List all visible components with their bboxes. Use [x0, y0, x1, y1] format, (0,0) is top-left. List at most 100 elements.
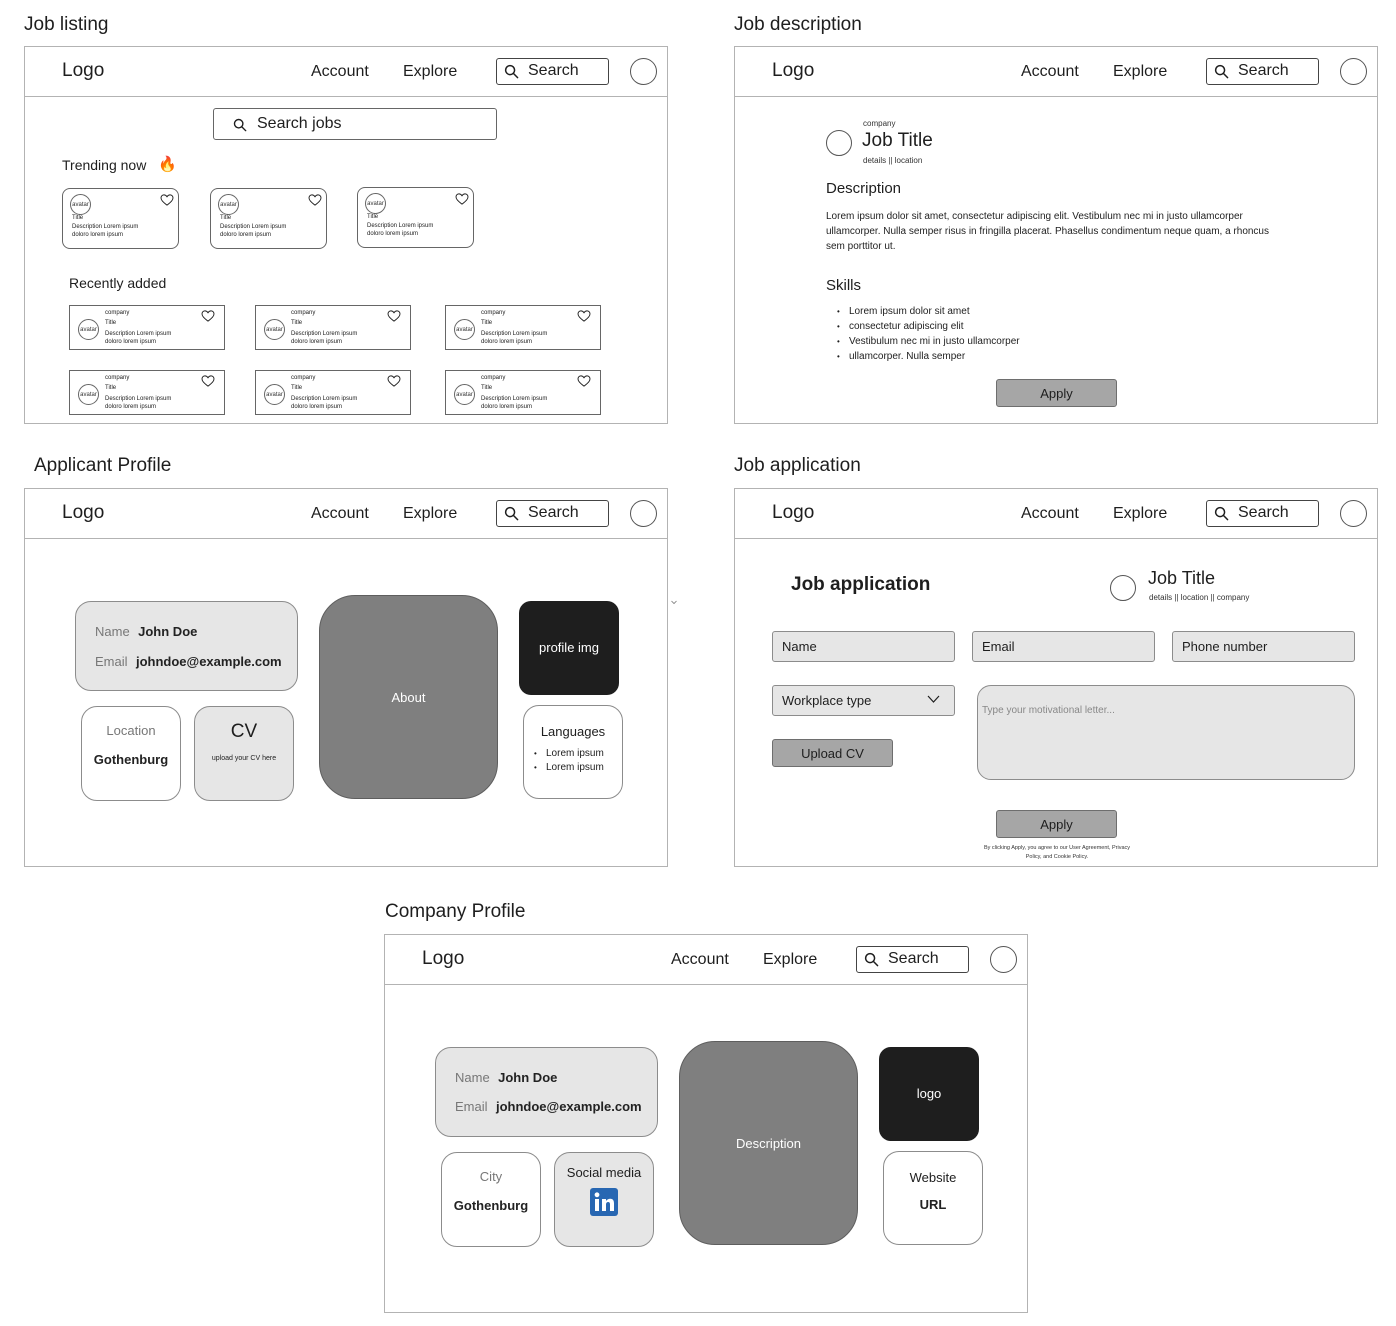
name-value: John Doe	[138, 624, 198, 639]
recent-card[interactable]: avatar company Title Description Lorem i…	[255, 370, 411, 415]
job-details: details || location	[863, 156, 923, 165]
email-field[interactable]: Email	[972, 631, 1155, 662]
nav-account-link[interactable]: Account	[1021, 505, 1079, 523]
nav-explore-link[interactable]: Explore	[1113, 63, 1167, 81]
card-desc: doloro lorem ipsum	[291, 339, 343, 345]
card-desc: Description Lorem ipsum	[105, 396, 172, 402]
logo[interactable]: Logo	[422, 948, 464, 970]
nav-search-box[interactable]: Search	[1206, 500, 1319, 527]
user-avatar[interactable]	[1340, 500, 1367, 527]
recent-card[interactable]: avatar company Title Description Lorem i…	[69, 370, 225, 415]
nav-explore-link[interactable]: Explore	[403, 505, 457, 523]
company-avatar	[826, 130, 852, 156]
heart-icon[interactable]	[201, 375, 215, 387]
search-jobs-input[interactable]: Search jobs	[213, 108, 497, 140]
user-avatar[interactable]	[630, 500, 657, 527]
nav-account-link[interactable]: Account	[311, 505, 369, 523]
logo[interactable]: Logo	[772, 502, 814, 524]
social-media-card: Social media	[554, 1152, 654, 1247]
nav-account-link[interactable]: Account	[1021, 63, 1079, 81]
company-logo-placeholder[interactable]: logo	[879, 1047, 979, 1141]
languages-list: Lorem ipsum Lorem ipsum	[534, 747, 622, 775]
email-value: johndoe@example.com	[495, 1099, 642, 1114]
recent-card[interactable]: avatar company Title Description Lorem i…	[255, 305, 411, 350]
heart-icon[interactable]	[455, 193, 469, 205]
chevron-down-icon	[671, 600, 677, 605]
nav-account-link[interactable]: Account	[311, 63, 369, 81]
motivational-letter-textarea[interactable]: Type your motivational letter...	[977, 685, 1355, 780]
cv-upload-card[interactable]: CV upload your CV here	[194, 706, 294, 801]
website-card[interactable]: Website URL	[883, 1151, 983, 1245]
search-icon	[504, 64, 519, 79]
nav-search-box[interactable]: Search	[496, 58, 609, 85]
nav-search-box[interactable]: Search	[856, 946, 969, 973]
search-icon	[233, 118, 247, 132]
fire-emoji: 🔥	[158, 156, 177, 173]
card-title: Title	[481, 385, 493, 391]
recent-card[interactable]: avatar company Title Description Lorem i…	[445, 305, 601, 350]
company-name: company	[863, 119, 896, 128]
legal-line: Policy, and Cookie Policy.	[1025, 854, 1089, 860]
card-desc: Description Lorem ipsum	[481, 396, 548, 402]
navbar: Logo Account Explore Search	[385, 935, 1027, 985]
section-title-job-application: Job application	[734, 455, 861, 476]
card-avatar: avatar	[218, 194, 239, 215]
apply-button[interactable]: Apply	[996, 810, 1117, 838]
workplace-type-select[interactable]: Workplace type	[772, 685, 955, 716]
nav-explore-link[interactable]: Explore	[763, 951, 817, 969]
profile-img-placeholder[interactable]: profile img	[519, 601, 619, 695]
trending-card[interactable]: avatar Title Description Lorem ipsum dol…	[357, 187, 474, 248]
user-avatar[interactable]	[990, 946, 1017, 973]
heart-icon[interactable]	[577, 310, 591, 322]
trending-card[interactable]: avatar Title Description Lorem ipsum dol…	[210, 188, 327, 249]
card-title: Title	[481, 320, 493, 326]
nav-explore-link[interactable]: Explore	[403, 63, 457, 81]
nav-search-box[interactable]: Search	[496, 500, 609, 527]
company-description-block: Description	[679, 1041, 858, 1245]
job-title: Job Title	[862, 130, 933, 151]
logo[interactable]: Logo	[772, 60, 814, 82]
nav-search-box[interactable]: Search	[1206, 58, 1319, 85]
nav-explore-link[interactable]: Explore	[1113, 505, 1167, 523]
nav-search-label: Search	[888, 950, 939, 967]
recent-card[interactable]: avatar company Title Description Lorem i…	[445, 370, 601, 415]
card-desc: Description Lorem ipsum	[291, 396, 358, 402]
name-field[interactable]: Name	[772, 631, 955, 662]
skill-item: consectetur adipiscing elit	[837, 319, 1020, 334]
trending-heading: Trending now	[62, 157, 147, 173]
heart-icon[interactable]	[387, 375, 401, 387]
social-media-title: Social media	[566, 1165, 642, 1180]
apply-button[interactable]: Apply	[996, 379, 1117, 407]
description-text: Lorem ipsum dolor sit amet, consectetur …	[826, 211, 1269, 252]
job-details: details || location || company	[1149, 593, 1250, 602]
trending-card[interactable]: avatar Title Description Lorem ipsum dol…	[62, 188, 179, 249]
nav-account-link[interactable]: Account	[671, 951, 729, 969]
card-title: Title	[367, 214, 379, 220]
card-desc: doloro lorem ipsum	[105, 339, 157, 345]
upload-cv-button[interactable]: Upload CV	[772, 739, 893, 767]
heart-icon[interactable]	[201, 310, 215, 322]
heart-icon[interactable]	[387, 310, 401, 322]
card-title: Title	[72, 215, 84, 221]
logo[interactable]: Logo	[62, 60, 104, 82]
recent-card[interactable]: avatar company Title Description Lorem i…	[69, 305, 225, 350]
linkedin-icon[interactable]	[590, 1188, 618, 1216]
card-company: company	[291, 375, 316, 381]
user-avatar[interactable]	[630, 58, 657, 85]
card-avatar: avatar	[365, 193, 386, 214]
user-avatar[interactable]	[1340, 58, 1367, 85]
legal-line: By clicking Apply, you agree to our User…	[983, 845, 1131, 851]
application-heading: Job application	[791, 574, 931, 595]
card-desc: Description Lorem ipsum	[72, 224, 139, 230]
heart-icon[interactable]	[577, 375, 591, 387]
section-title-company-profile: Company Profile	[385, 901, 526, 922]
logo[interactable]: Logo	[62, 502, 104, 524]
website-url[interactable]: URL	[884, 1197, 982, 1212]
card-desc: Description Lorem ipsum	[481, 331, 548, 337]
phone-field[interactable]: Phone number	[1172, 631, 1355, 662]
applicant-profile-frame: Logo Account Explore Search Name John Do…	[24, 488, 668, 867]
heart-icon[interactable]	[308, 194, 322, 206]
heart-icon[interactable]	[160, 194, 174, 206]
skills-list: Lorem ipsum dolor sit amet consectetur a…	[837, 304, 1020, 364]
skill-item: Vestibulum nec mi in justo ullamcorper	[837, 334, 1020, 349]
